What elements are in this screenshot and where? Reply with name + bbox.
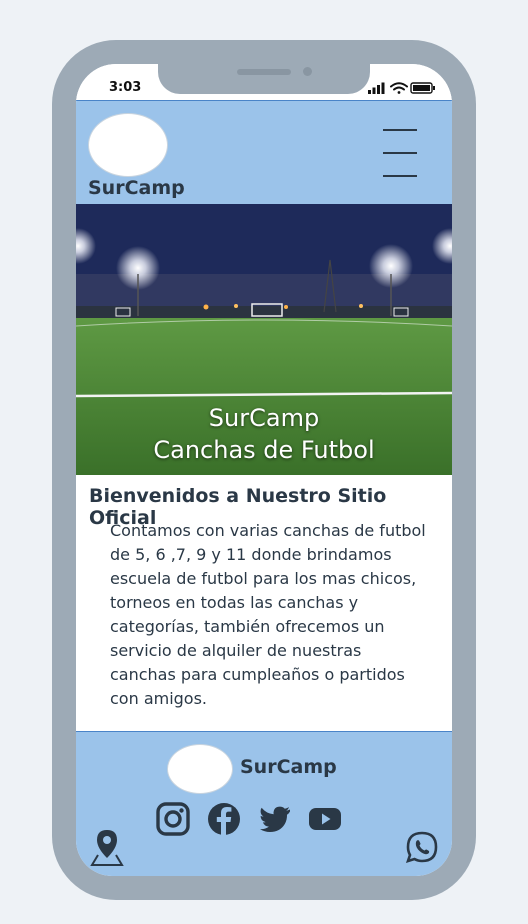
screen: 3:03 SurCamp SurCamp Canchas de Futbol B… [76,64,452,876]
paragraph-line: servicio de alquiler de nuestras [110,641,362,660]
footer-logo[interactable] [167,744,233,794]
menu-line-icon [383,152,417,154]
instagram-icon[interactable] [156,802,190,836]
notch [158,64,370,94]
front-camera [303,67,312,76]
intro-paragraph: Contamos con varias canchas de futbol de… [110,519,428,711]
speaker [237,69,291,75]
paragraph-line: escuela de futbol para los mas chicos, [110,569,417,588]
hero-subtitle-line: Canchas de Futbol [153,436,375,464]
logo[interactable] [88,113,168,177]
brand-name[interactable]: SurCamp [88,177,185,199]
whatsapp-icon[interactable] [404,828,440,868]
paragraph-line: con amigos. [110,689,208,708]
twitter-icon[interactable] [258,802,292,836]
menu-line-icon [383,175,417,177]
youtube-icon[interactable] [308,802,342,836]
site-footer: SurCamp [76,731,452,876]
menu-line-icon [383,129,417,131]
facebook-icon[interactable] [207,802,241,836]
paragraph-line: de 5, 6 ,7, 9 y 11 donde brindamos [110,545,392,564]
status-icons [368,82,435,94]
hero-title-line: SurCamp [208,404,320,432]
wifi-icon [390,82,408,94]
status-bar: 3:03 [76,64,452,100]
hero-banner: SurCamp Canchas de Futbol [76,204,452,475]
menu-button[interactable] [383,129,417,181]
main-content: Bienvenidos a Nuestro Sitio Oficial Cont… [76,475,452,731]
paragraph-line: canchas para cumpleaños o partidos [110,665,405,684]
paragraph-line: torneos en todas las canchas y [110,593,359,612]
signal-icon [368,82,385,94]
battery-icon [410,82,435,94]
paragraph-line: Contamos con varias canchas de futbol [110,521,426,540]
map-pin-icon[interactable] [89,828,125,868]
paragraph-line: categorías, también ofrecemos un [110,617,385,636]
site-header: SurCamp [76,100,452,204]
footer-brand-name[interactable]: SurCamp [240,756,337,778]
status-time: 3:03 [109,80,142,95]
hero-title: SurCamp Canchas de Futbol [76,402,452,466]
